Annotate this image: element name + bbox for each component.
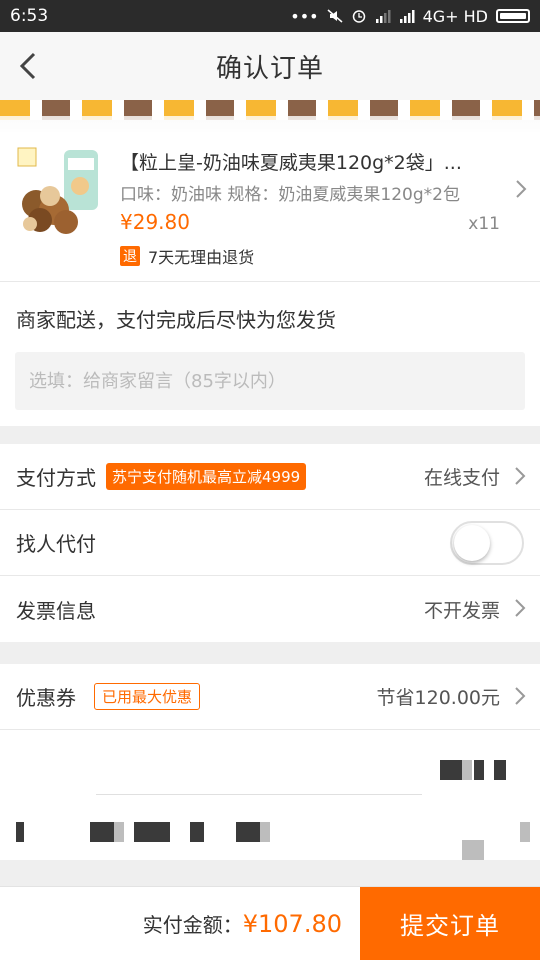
shipping-info: 商家配送，支付完成后尽快为您发货: [16, 308, 336, 332]
chevron-right-icon: [515, 467, 526, 485]
signal-icon-2: [399, 10, 415, 23]
submit-order-button[interactable]: 提交订单: [360, 886, 540, 960]
product-item[interactable]: 【粒上皇-奶油味夏威夷果120g*2袋」... 口味：奶油味 规格：奶油夏威夷果…: [0, 132, 540, 282]
macadamia-image-icon: [17, 147, 98, 234]
proxy-pay-label: 找人代付: [16, 532, 96, 556]
coupon-row[interactable]: 优惠券 已用最大优惠 节省120.00元: [0, 664, 540, 730]
redaction-block: [440, 760, 462, 780]
status-icons: ••• 4G+ HD: [290, 7, 530, 26]
redaction-block: [520, 822, 530, 842]
payment-section: 支付方式 苏宁支付随机最高立减4999 在线支付 找人代付 发票信息 不开发票: [0, 444, 540, 642]
back-arrow-icon[interactable]: [14, 50, 46, 82]
toggle-knob: [454, 524, 490, 561]
redaction-block: [90, 822, 114, 842]
return-policy: 退 7天无理由退货: [120, 244, 254, 268]
battery-icon: [496, 9, 530, 23]
total-label: 实付金额：: [142, 913, 243, 937]
redaction-block: [260, 822, 270, 842]
redaction-block: [236, 822, 260, 842]
total-price: 实付金额：¥107.80: [0, 909, 360, 938]
coupon-label: 优惠券: [16, 686, 76, 710]
invoice-label: 发票信息: [16, 598, 96, 623]
redaction-block: [474, 760, 484, 780]
proxy-pay-toggle[interactable]: [450, 520, 524, 565]
redaction-block: [134, 822, 170, 842]
obscured-rows: [0, 730, 540, 860]
chevron-right-icon: [515, 599, 526, 617]
redaction-block: [462, 840, 484, 860]
memo-container: [0, 352, 540, 426]
payment-method-row[interactable]: 支付方式 苏宁支付随机最高立减4999 在线支付: [0, 444, 540, 510]
page-title: 确认订单: [215, 53, 324, 84]
redaction-block: [114, 822, 124, 842]
alarm-icon: [352, 10, 365, 23]
payment-promo-badge: 苏宁支付随机最高立减4999: [106, 463, 307, 490]
status-time: 6:53: [10, 6, 49, 26]
mute-icon: [327, 9, 343, 23]
payment-method-value: 在线支付: [423, 467, 500, 489]
redaction-block: [462, 760, 472, 780]
network-type: 4G+ HD: [422, 6, 488, 26]
merchant-message-input[interactable]: [15, 352, 525, 410]
nav-bar: 确认订单: [0, 32, 540, 100]
product-spec: 口味：奶油味 规格：奶油夏威夷果120g*2包: [120, 185, 460, 205]
proxy-pay-row: 找人代付: [0, 510, 540, 576]
return-text: 7天无理由退货: [148, 248, 255, 267]
product-price: ¥29.80: [120, 210, 190, 234]
product-title: 【粒上皇-奶油味夏威夷果120g*2袋」...: [120, 152, 462, 174]
redaction-block: [494, 760, 506, 780]
chevron-right-icon: [515, 687, 526, 705]
signal-icon-1: [375, 10, 391, 23]
coupon-tag: 已用最大优惠: [94, 683, 201, 710]
discount-section: 优惠券 已用最大优惠 节省120.00元: [0, 664, 540, 860]
order-card: 【粒上皇-奶油味夏威夷果120g*2袋」... 口味：奶油味 规格：奶油夏威夷果…: [0, 132, 540, 426]
blur-fog: [140, 730, 380, 742]
invoice-value: 不开发票: [423, 599, 500, 622]
more-dots-icon: •••: [290, 6, 319, 26]
status-bar: 6:53 ••• 4G+ HD: [0, 0, 540, 32]
divider: [96, 794, 422, 795]
redaction-block: [16, 822, 24, 842]
product-thumbnail: [14, 144, 104, 234]
product-quantity: x11: [468, 214, 500, 234]
total-amount: ¥107.80: [242, 910, 342, 938]
payment-method-label: 支付方式: [16, 466, 96, 490]
invoice-row[interactable]: 发票信息 不开发票: [0, 576, 540, 642]
return-badge: 退: [120, 246, 140, 266]
coupon-value: 节省120.00元: [376, 687, 500, 709]
checkout-bar: 实付金额：¥107.80 提交订单: [0, 886, 540, 960]
chevron-right-icon: [516, 180, 527, 198]
redaction-block: [190, 822, 204, 842]
